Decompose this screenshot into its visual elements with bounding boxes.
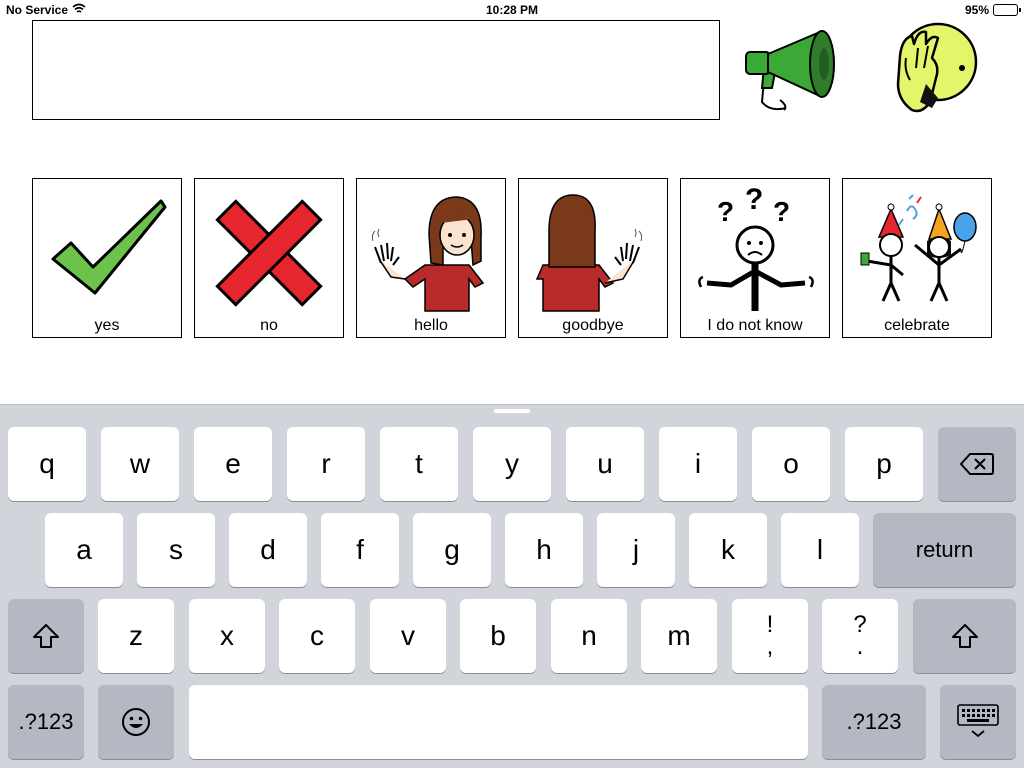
key-k[interactable]: k bbox=[689, 513, 767, 587]
key-u[interactable]: u bbox=[566, 427, 644, 501]
tile-goodbye[interactable]: goodbye bbox=[518, 178, 668, 338]
key-x[interactable]: x bbox=[189, 599, 265, 673]
key-i[interactable]: i bbox=[659, 427, 737, 501]
key-r[interactable]: r bbox=[287, 427, 365, 501]
key-o[interactable]: o bbox=[752, 427, 830, 501]
keyboard: q w e r t y u i o p a s d f g h j k l re… bbox=[0, 404, 1024, 768]
tile-label: celebrate bbox=[884, 317, 950, 334]
key-v[interactable]: v bbox=[370, 599, 446, 673]
tile-label: hello bbox=[414, 317, 448, 334]
shift-key-left[interactable] bbox=[8, 599, 84, 673]
key-a[interactable]: a bbox=[45, 513, 123, 587]
speak-button[interactable] bbox=[742, 22, 838, 114]
key-q[interactable]: q bbox=[8, 427, 86, 501]
status-time: 10:28 PM bbox=[485, 3, 539, 17]
key-b[interactable]: b bbox=[460, 599, 536, 673]
key-h[interactable]: h bbox=[505, 513, 583, 587]
key-z[interactable]: z bbox=[98, 599, 174, 673]
clear-button[interactable] bbox=[892, 22, 982, 114]
status-bar: No Service 10:28 PM 95% bbox=[0, 0, 1024, 20]
key-exclamation-comma[interactable]: ! , bbox=[732, 599, 808, 673]
megaphone-icon bbox=[745, 30, 835, 111]
shift-key-right[interactable] bbox=[913, 599, 1016, 673]
cross-icon bbox=[215, 199, 323, 307]
key-f[interactable]: f bbox=[321, 513, 399, 587]
status-right: 95% bbox=[964, 3, 1021, 17]
key-t[interactable]: t bbox=[380, 427, 458, 501]
key-bottom-char: . bbox=[856, 633, 864, 660]
key-s[interactable]: s bbox=[137, 513, 215, 587]
key-question-period[interactable]: ? . bbox=[822, 599, 898, 673]
girl-waving-back-icon bbox=[535, 194, 643, 312]
key-w[interactable]: w bbox=[101, 427, 179, 501]
keyboard-dismiss-icon bbox=[957, 704, 999, 738]
space-bar[interactable] bbox=[189, 685, 808, 759]
svg-text:?: ? bbox=[717, 196, 734, 227]
tile-hello[interactable]: hello bbox=[356, 178, 506, 338]
key-c[interactable]: c bbox=[279, 599, 355, 673]
tile-i-do-not-know[interactable]: ? ? ? I do not know bbox=[680, 178, 830, 338]
key-bottom-char: , bbox=[766, 633, 774, 660]
tile-label: I do not know bbox=[707, 317, 803, 334]
delete-key[interactable] bbox=[938, 427, 1016, 501]
tile-label: yes bbox=[94, 317, 120, 334]
svg-text:?: ? bbox=[745, 183, 763, 216]
shrug-person-icon: ? ? ? bbox=[698, 183, 814, 311]
key-n[interactable]: n bbox=[551, 599, 627, 673]
return-key[interactable]: return bbox=[873, 513, 1016, 587]
battery-icon bbox=[993, 4, 1021, 16]
party-people-icon bbox=[860, 194, 977, 302]
key-g[interactable]: g bbox=[413, 513, 491, 587]
dismiss-keyboard-key[interactable] bbox=[940, 685, 1016, 759]
shift-icon bbox=[951, 624, 978, 648]
key-j[interactable]: j bbox=[597, 513, 675, 587]
tile-label: goodbye bbox=[562, 317, 624, 334]
tile-yes[interactable]: yes bbox=[32, 178, 182, 338]
tile-label: no bbox=[260, 317, 278, 334]
tile-no[interactable]: no bbox=[194, 178, 344, 338]
numbers-key-left[interactable]: .?123 bbox=[8, 685, 84, 759]
key-m[interactable]: m bbox=[641, 599, 717, 673]
checkmark-icon bbox=[51, 199, 167, 295]
keyboard-handle[interactable] bbox=[494, 409, 530, 413]
face-palm-icon bbox=[896, 22, 978, 113]
emoji-key[interactable] bbox=[98, 685, 174, 759]
key-p[interactable]: p bbox=[845, 427, 923, 501]
battery-percent: 95% bbox=[964, 3, 989, 17]
key-y[interactable]: y bbox=[473, 427, 551, 501]
emoji-icon bbox=[122, 708, 150, 736]
backspace-icon bbox=[960, 453, 994, 475]
key-e[interactable]: e bbox=[194, 427, 272, 501]
svg-text:?: ? bbox=[773, 196, 790, 227]
tile-celebrate[interactable]: celebrate bbox=[842, 178, 992, 338]
shift-icon bbox=[33, 624, 59, 648]
key-l[interactable]: l bbox=[781, 513, 859, 587]
numbers-key-right[interactable]: .?123 bbox=[822, 685, 926, 759]
message-bar[interactable] bbox=[32, 20, 720, 120]
girl-waving-icon bbox=[371, 196, 485, 312]
key-d[interactable]: d bbox=[229, 513, 307, 587]
